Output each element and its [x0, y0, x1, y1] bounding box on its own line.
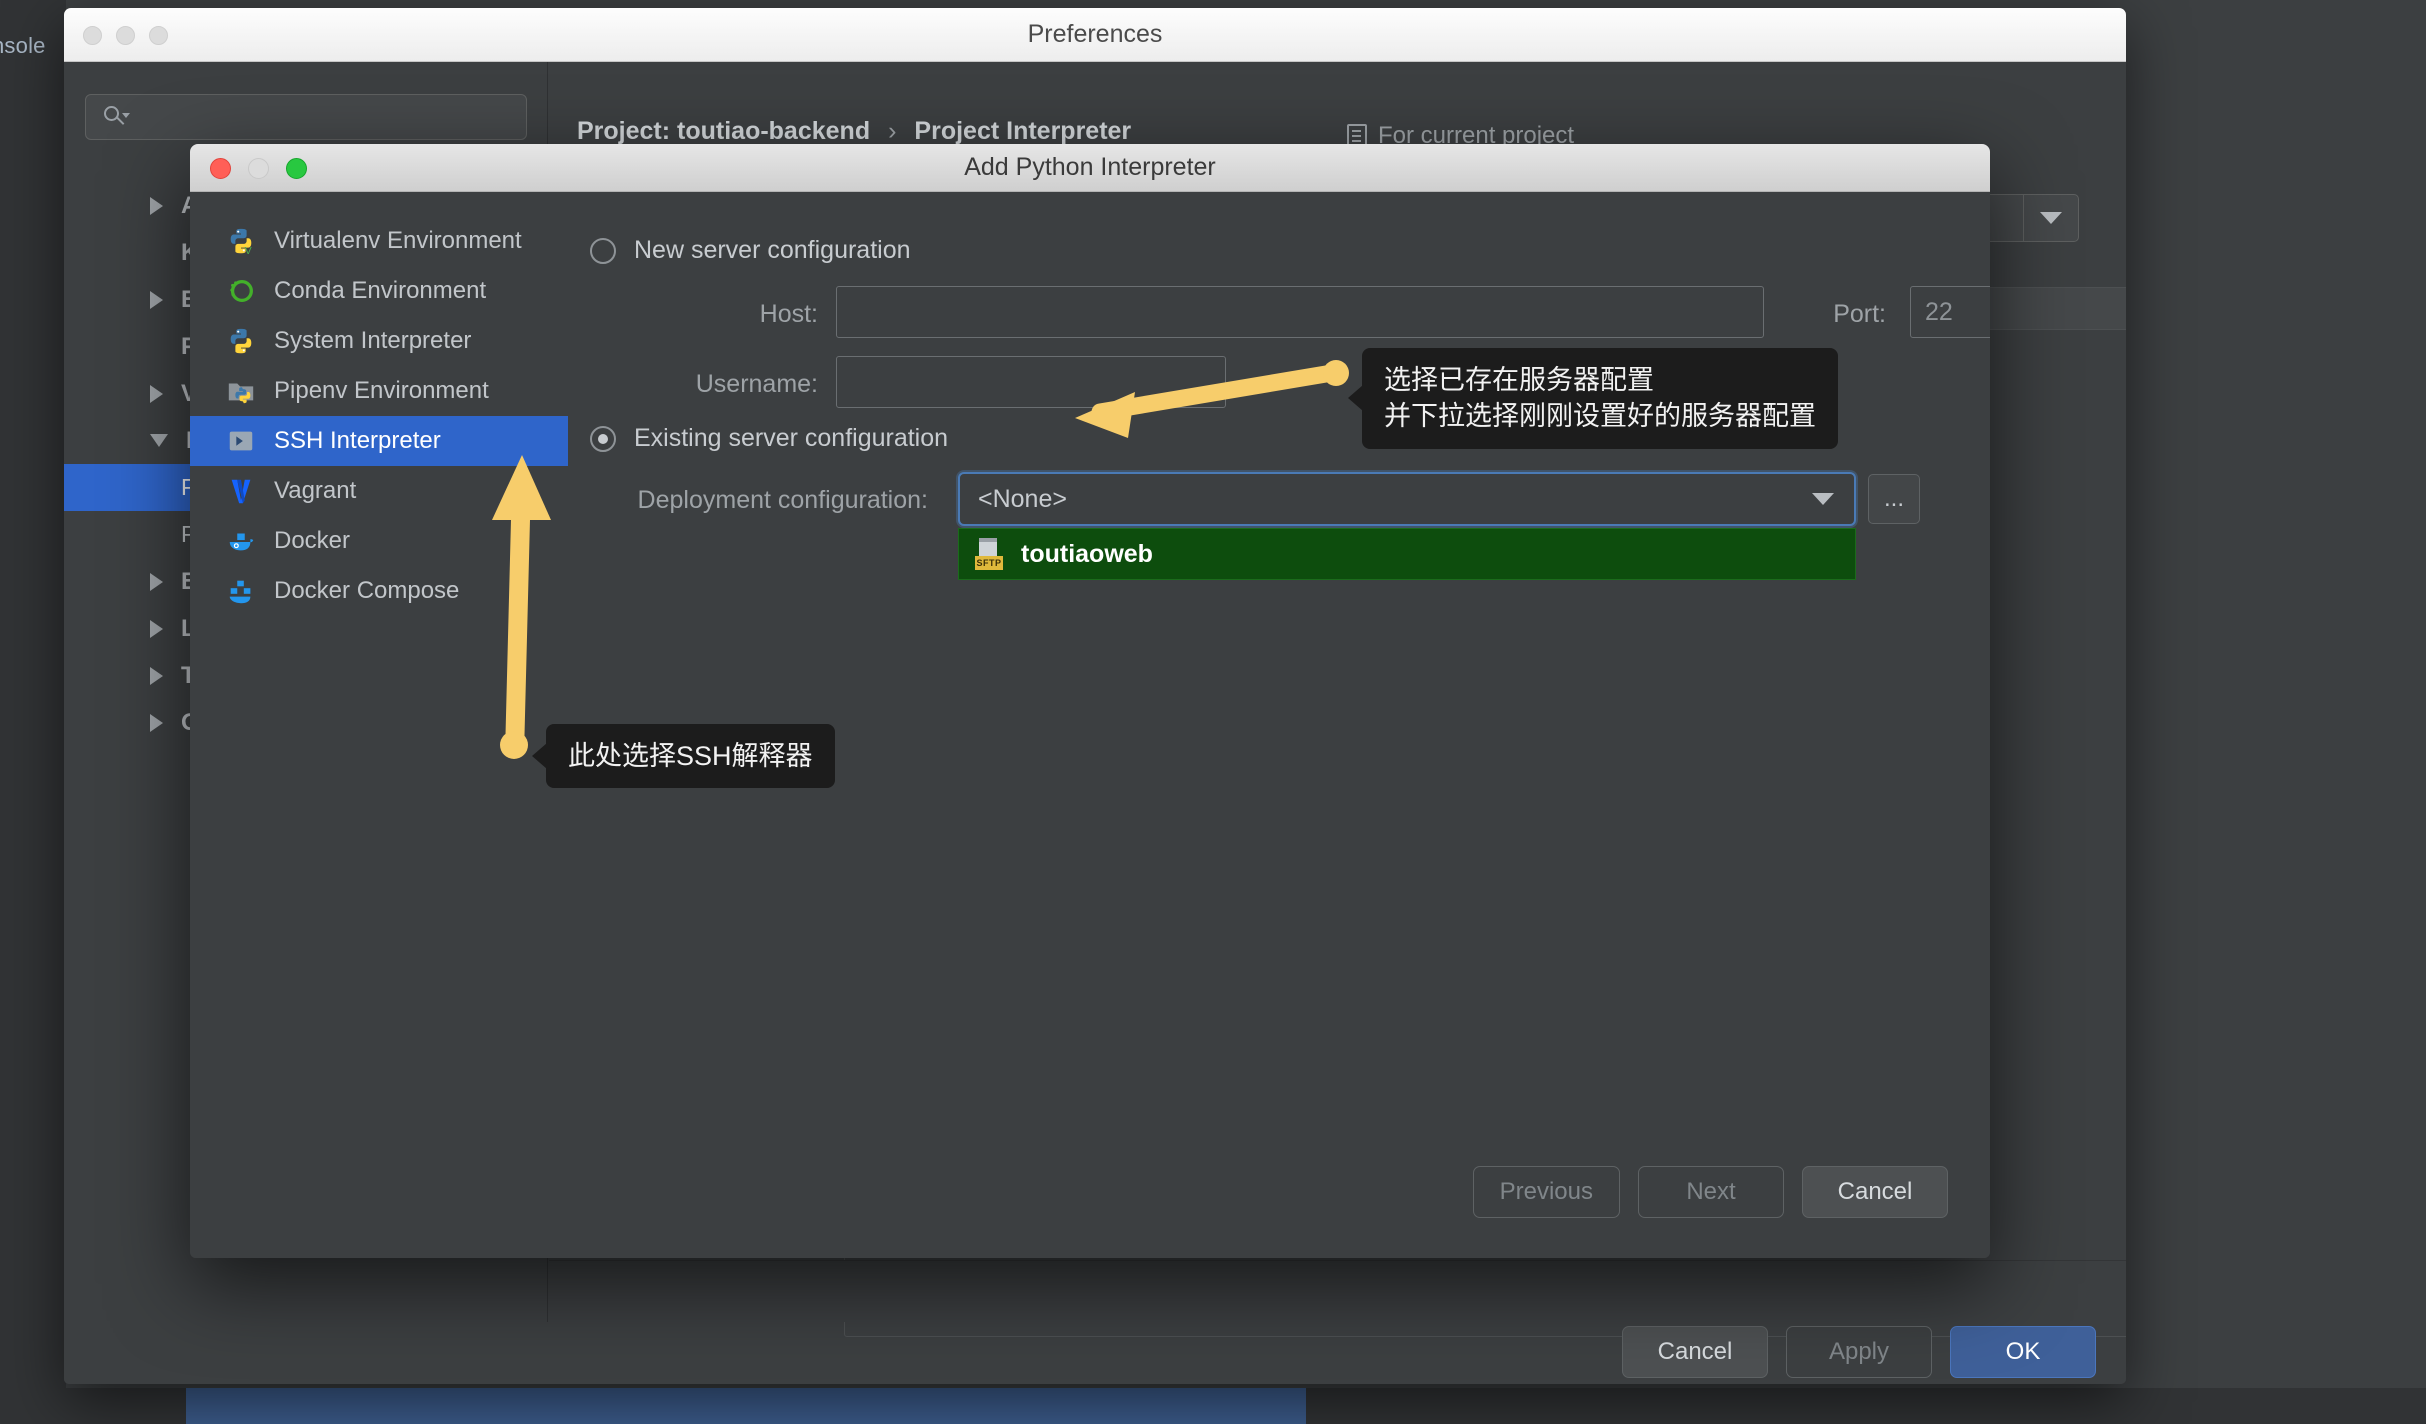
list-item-label: Docker Compose [274, 577, 460, 604]
list-item-label: Conda Environment [274, 277, 487, 304]
chevron-right-icon[interactable] [150, 196, 163, 215]
list-item-ssh-interpreter[interactable]: SSH Interpreter [190, 416, 568, 466]
ide-left-tool-strip [0, 0, 66, 1424]
list-item-vagrant[interactable]: Vagrant [190, 466, 568, 516]
sftp-badge: SFTP [975, 556, 1003, 570]
pipenv-icon [226, 376, 256, 406]
preferences-footer: ? Cancel Apply OK [549, 1209, 2126, 1378]
list-item-docker[interactable]: Docker [190, 516, 568, 566]
list-item-label: Vagrant [274, 477, 357, 504]
vagrant-icon [226, 476, 256, 506]
chevron-right-icon[interactable] [150, 572, 163, 591]
radio-icon [590, 425, 616, 452]
dialog-title: Add Python Interpreter [964, 153, 1216, 181]
dialog-button-bar: Previous Next Cancel [1472, 1166, 1948, 1218]
ssh-interpreter-form: New server configuration Host: Port: 22 … [568, 192, 1990, 1258]
interpreter-type-list: V Virtualenv Environment Conda Environme… [190, 216, 568, 616]
port-input[interactable]: 22 [1910, 286, 1990, 338]
preferences-title: Preferences [1027, 20, 1163, 48]
next-button: Next [1638, 1166, 1784, 1218]
sftp-server-icon: SFTP [975, 538, 1005, 570]
list-item-label: Pipenv Environment [274, 377, 489, 404]
list-item-virtualenv-environment[interactable]: V Virtualenv Environment [190, 216, 568, 266]
cancel-button[interactable]: Cancel [1622, 1326, 1768, 1378]
deployment-browse-button[interactable]: ... [1868, 474, 1920, 524]
radio-label: New server configuration [634, 236, 911, 264]
preferences-titlebar: Preferences [64, 8, 2126, 62]
dialog-maximize-button[interactable] [286, 158, 307, 179]
deployment-configuration-value: <None> [978, 484, 1067, 513]
apply-button: Apply [1786, 1326, 1932, 1378]
docker-compose-icon [226, 576, 256, 606]
dialog-minimize-button[interactable] [248, 158, 269, 179]
chevron-right-icon[interactable] [150, 713, 163, 732]
list-item-docker-compose[interactable]: Docker Compose [190, 566, 568, 616]
existing-server-configuration-radio[interactable]: Existing server configuration [590, 424, 948, 453]
deployment-configuration-label: Deployment configuration: [637, 486, 928, 514]
chevron-down-icon[interactable] [150, 434, 168, 447]
svg-text:V: V [245, 246, 252, 256]
docker-icon [226, 526, 256, 556]
dropdown-option-toutiaoweb[interactable]: SFTP toutiaoweb [958, 528, 1856, 580]
conda-icon [226, 276, 256, 306]
list-item-pipenv-environment[interactable]: Pipenv Environment [190, 366, 568, 416]
dialog-titlebar: Add Python Interpreter [190, 144, 1990, 192]
host-input[interactable] [836, 286, 1764, 338]
username-input[interactable] [836, 356, 1226, 408]
deployment-configuration-combo[interactable]: <None> [958, 472, 1856, 526]
list-item-system-interpreter[interactable]: System Interpreter [190, 316, 568, 366]
dialog-cancel-button[interactable]: Cancel [1802, 1166, 1948, 1218]
dropdown-option-label: toutiaoweb [1021, 539, 1153, 568]
breadcrumb-project[interactable]: Project: toutiao-backend [577, 117, 870, 146]
search-icon [102, 104, 130, 130]
breadcrumb-separator-icon: › [888, 117, 897, 145]
console-tool-label[interactable]: nsole [0, 33, 62, 59]
previous-button: Previous [1472, 1166, 1620, 1218]
radio-label: Existing server configuration [634, 424, 949, 452]
add-python-interpreter-dialog: Add Python Interpreter V Virtualenv Envi… [190, 144, 1990, 1258]
host-label: Host: [759, 300, 818, 328]
maximize-button[interactable] [149, 26, 168, 45]
search-input[interactable] [134, 105, 504, 129]
chevron-down-icon[interactable] [2023, 195, 2078, 241]
chevron-right-icon[interactable] [150, 384, 163, 403]
list-item-label: Docker [274, 527, 351, 554]
list-item-label: SSH Interpreter [274, 427, 441, 454]
list-item-conda-environment[interactable]: Conda Environment [190, 266, 568, 316]
ok-button[interactable]: OK [1950, 1326, 2096, 1378]
radio-icon [590, 237, 616, 264]
dialog-body: V Virtualenv Environment Conda Environme… [190, 192, 1990, 1258]
ssh-icon [226, 426, 256, 456]
port-label: Port: [1833, 300, 1886, 328]
breadcrumb-page: Project Interpreter [914, 117, 1132, 145]
python-icon [226, 326, 256, 356]
chevron-down-icon[interactable] [1812, 493, 1834, 505]
list-item-label: System Interpreter [274, 327, 472, 354]
close-button[interactable] [83, 26, 102, 45]
new-server-configuration-radio[interactable]: New server configuration [590, 236, 911, 265]
chevron-right-icon[interactable] [150, 666, 163, 685]
dialog-close-button[interactable] [210, 158, 231, 179]
ide-status-accent [186, 1388, 1306, 1424]
list-item-label: Virtualenv Environment [274, 227, 522, 254]
python-venv-icon: V [226, 226, 256, 257]
settings-search-box[interactable] [85, 94, 527, 140]
chevron-right-icon[interactable] [150, 619, 163, 638]
username-label: Username: [695, 370, 818, 398]
preferences-button-bar: Cancel Apply OK [1622, 1326, 2096, 1378]
chevron-right-icon[interactable] [150, 290, 163, 309]
minimize-button[interactable] [116, 26, 135, 45]
breadcrumb: Project: toutiao-backend › Project Inter… [577, 117, 1131, 146]
